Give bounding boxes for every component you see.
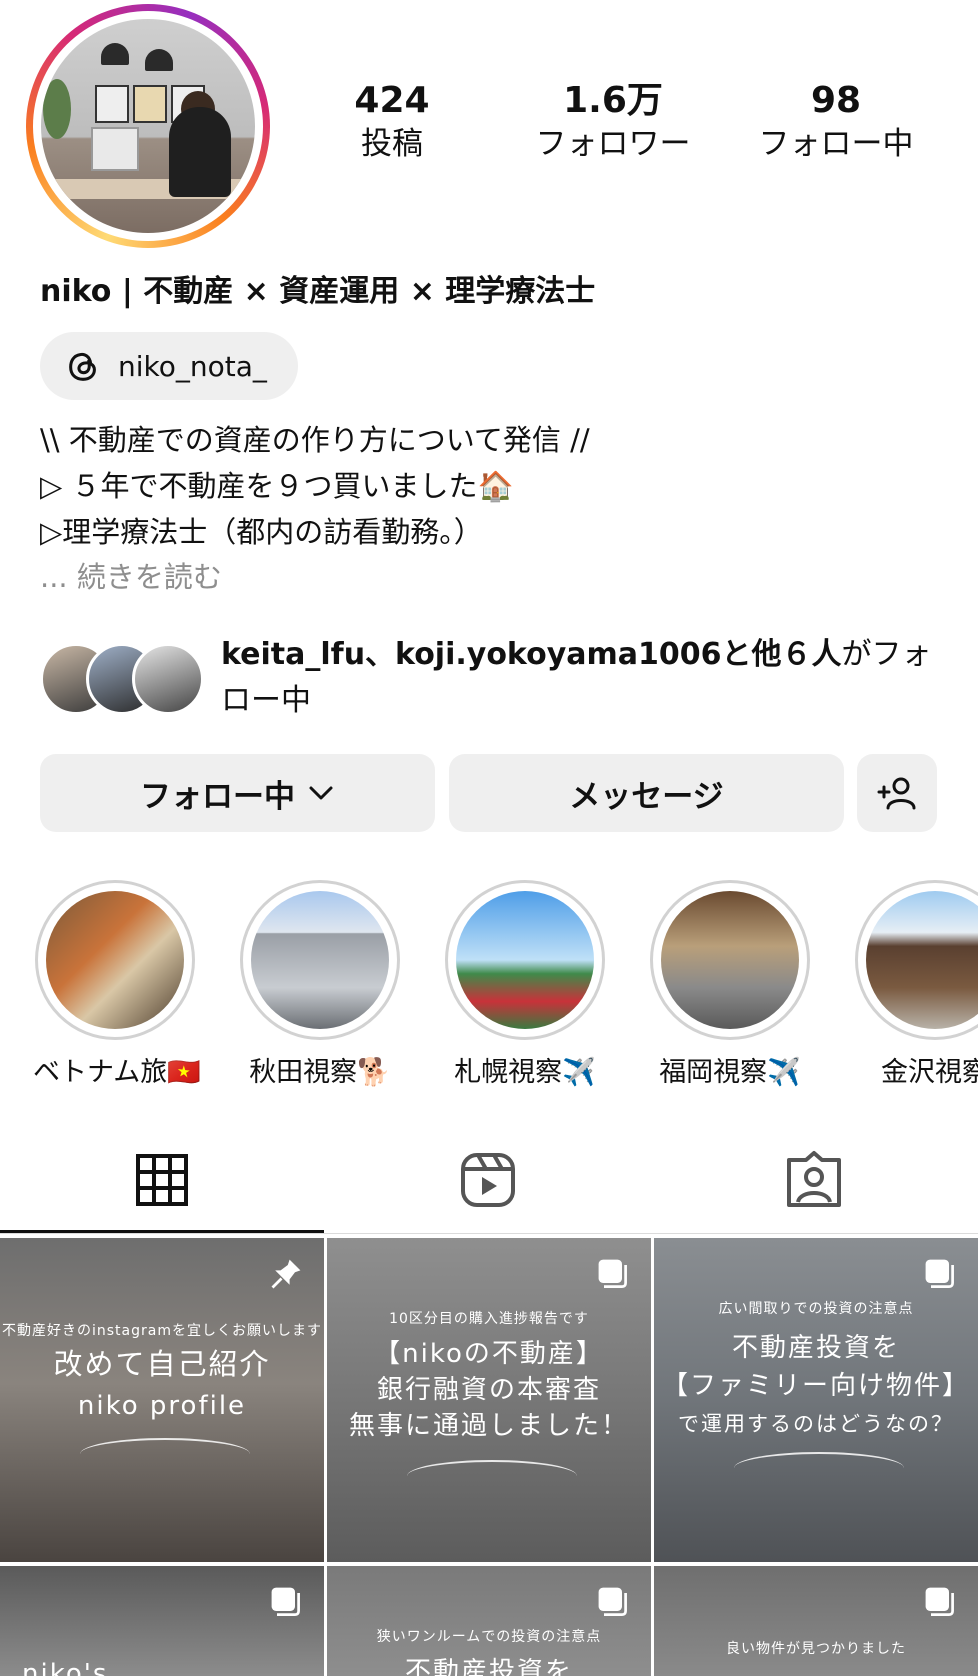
carousel-icon (925, 1259, 954, 1288)
mutual-followers-others: と他６人 (721, 637, 842, 672)
threads-link[interactable]: niko_nota_ (40, 332, 298, 400)
message-button-label: メッセージ (569, 778, 724, 815)
profile-avatar[interactable] (26, 4, 270, 248)
chevron-down-icon (309, 786, 333, 800)
pin-icon (271, 1259, 301, 1289)
highlight-cover (46, 891, 184, 1029)
carousel-icon (598, 1259, 627, 1288)
mutual-followers-text[interactable]: keita_lfu、koji.yokoyama1006と他６人がフォロー中 (221, 632, 941, 724)
highlight-label: ベトナム旅🇻🇳 (33, 1057, 201, 1088)
following-label: フォロー中 (758, 126, 914, 162)
mutual-followers-avatars[interactable] (40, 643, 210, 715)
bio-line-2: ▷ ５年で不動産を９つ買いました🏠 (40, 469, 514, 503)
highlight-ring (240, 880, 400, 1040)
post-title-line: niko profile (77, 1391, 247, 1421)
avatar (132, 643, 204, 715)
grid-icon[interactable] (132, 1150, 192, 1210)
threads-handle: niko_nota_ (118, 349, 267, 383)
decorative-swoosh (80, 1438, 250, 1470)
person-add-icon (877, 777, 916, 810)
bio-line-3: ▷理学療法士（都内の訪看勤務。） (40, 515, 483, 549)
avatar-photo (41, 19, 255, 233)
highlight-ring (445, 880, 605, 1040)
tab-divider (0, 1233, 978, 1234)
post-title-line: で運用するのはどうなの？ (678, 1412, 954, 1436)
highlight-ring (35, 880, 195, 1040)
post-tile[interactable]: 不動産好きのinstagramを宜しくお願いします 改めて自己紹介 niko p… (0, 1238, 324, 1562)
display-name: niko | 不動産 × 資産運用 × 理学療法士 (40, 274, 596, 309)
following-button-label: フォロー中 (140, 778, 295, 815)
tagged-icon[interactable] (784, 1150, 844, 1210)
following-button[interactable]: フォロー中 (40, 754, 435, 832)
highlight-fukuoka[interactable]: 福岡視察✈️ (648, 880, 812, 1089)
posts-count: 424 (354, 80, 430, 121)
post-subtitle: 広い間取りでの投資の注意点 (718, 1301, 914, 1317)
following-stat[interactable]: 98 フォロー中 (736, 80, 936, 164)
post-tile[interactable]: 10区分目の購入進捗報告です 【nikoの不動産】 銀行融資の本審査 無事に通過… (327, 1238, 651, 1562)
post-title-line: 【ファミリー向け物件】 (661, 1371, 970, 1401)
mutual-followers-names: keita_lfu、koji.yokoyama1006 (221, 637, 722, 672)
post-title-line: 銀行融資の本審査 (376, 1375, 601, 1405)
highlight-vietnam[interactable]: ベトナム旅🇻🇳 (33, 880, 201, 1089)
posts-stat[interactable]: 424 投稿 (292, 80, 492, 164)
threads-icon (69, 352, 96, 381)
bio-line-1: \\ 不動産での資産の作り方について発信 // (40, 423, 590, 457)
post-title-line: 無事に通過しました！ (348, 1411, 629, 1441)
post-subtitle: 良い物件が見つかりました (726, 1641, 906, 1657)
decorative-swoosh (407, 1460, 577, 1492)
highlight-cover (866, 891, 978, 1029)
highlight-kanazawa[interactable]: 金沢視察 (853, 880, 978, 1089)
highlight-label: 福岡視察✈️ (659, 1057, 801, 1088)
carousel-icon (271, 1587, 300, 1616)
followers-stat[interactable]: 1.6万 フォロワー (513, 80, 713, 164)
post-tile[interactable]: niko's (0, 1566, 324, 1676)
highlight-cover (456, 891, 594, 1029)
read-more-link[interactable]: ... 続きを読む (40, 555, 222, 600)
highlight-label: 秋田視察🐕 (249, 1057, 391, 1088)
highlight-label: 札幌視察✈️ (454, 1057, 596, 1088)
carousel-icon (925, 1587, 954, 1616)
post-title-line: 不動産投資を (404, 1657, 573, 1676)
highlight-cover (661, 891, 799, 1029)
followers-label: フォロワー (535, 126, 691, 162)
following-count: 98 (810, 80, 862, 121)
post-tile[interactable]: 広い間取りでの投資の注意点 不動産投資を 【ファミリー向け物件】 で運用するのは… (654, 1238, 978, 1562)
post-title-line: 【nikoの不動産】 (374, 1339, 604, 1369)
posts-label: 投稿 (361, 126, 423, 162)
highlight-sapporo[interactable]: 札幌視察✈️ (443, 880, 607, 1089)
reels-icon[interactable] (458, 1150, 518, 1210)
post-tile[interactable]: 良い物件が見つかりました (654, 1566, 978, 1676)
message-button[interactable]: メッセージ (449, 754, 844, 832)
highlight-ring (650, 880, 810, 1040)
decorative-swoosh (734, 1452, 904, 1484)
suggest-users-button[interactable] (857, 754, 937, 832)
post-title-line: niko's (22, 1659, 109, 1676)
post-subtitle: 10区分目の購入進捗報告です (389, 1311, 589, 1327)
highlight-label: 金沢視察 (881, 1057, 978, 1088)
highlight-cover (251, 891, 389, 1029)
highlight-akita[interactable]: 秋田視察🐕 (238, 880, 402, 1089)
post-title-line: 改めて自己紹介 (53, 1347, 271, 1381)
post-subtitle: 狭いワンルームでの投資の注意点 (376, 1629, 602, 1645)
post-subtitle: 不動産好きのinstagramを宜しくお願いします (2, 1323, 322, 1339)
followers-count: 1.6万 (563, 80, 663, 121)
post-tile[interactable]: 狭いワンルームでの投資の注意点 不動産投資を (327, 1566, 651, 1676)
carousel-icon (598, 1587, 627, 1616)
post-title-line: 不動産投資を (731, 1333, 900, 1363)
highlight-ring (855, 880, 978, 1040)
